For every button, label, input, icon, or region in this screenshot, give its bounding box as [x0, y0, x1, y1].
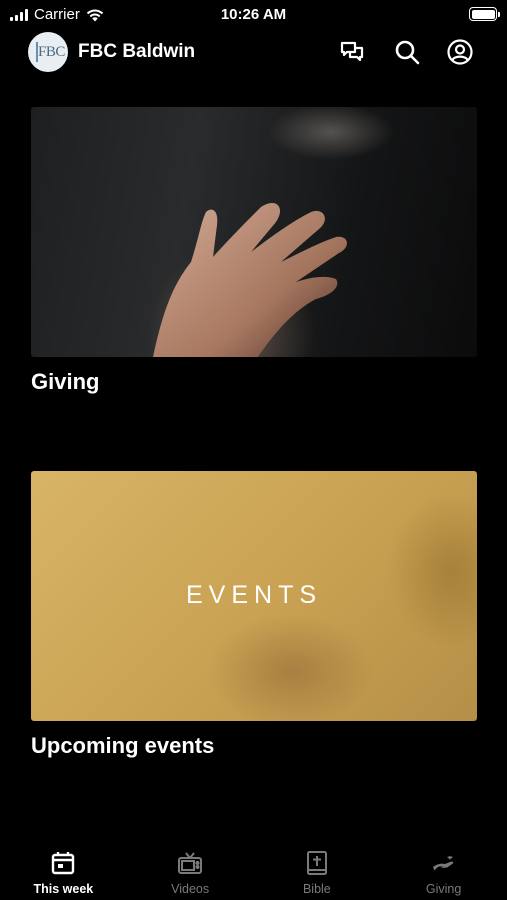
tab-label: Videos — [171, 882, 210, 896]
tv-icon — [178, 852, 203, 874]
giving-card-image[interactable] — [31, 107, 477, 357]
open-hand-illustration — [153, 203, 347, 357]
tab-bar: This week Videos Bible Giving — [0, 840, 507, 900]
tab-label: Bible — [302, 882, 331, 896]
battery-icon — [469, 7, 500, 21]
giving-card-title[interactable]: Giving — [31, 369, 477, 395]
app-header: FBC FBC Baldwin — [0, 30, 507, 76]
search-icon[interactable] — [393, 38, 421, 66]
events-card[interactable]: EVENTS Upcoming events — [31, 471, 477, 759]
calendar-icon — [52, 852, 75, 875]
status-time: 10:26 AM — [220, 6, 287, 23]
logo-text: FBC — [38, 44, 65, 60]
tab-this-week[interactable]: This week — [0, 840, 127, 900]
tab-giving[interactable]: Giving — [380, 840, 507, 900]
tab-label: This week — [33, 882, 94, 896]
events-card-title[interactable]: Upcoming events — [31, 733, 477, 759]
tab-bible[interactable]: Bible — [254, 840, 381, 900]
giving-hand-icon — [432, 856, 453, 871]
tab-videos[interactable]: Videos — [127, 840, 254, 900]
church-logo[interactable]: FBC — [28, 32, 68, 72]
tab-label: Giving — [425, 882, 462, 896]
events-card-image[interactable]: EVENTS — [31, 471, 477, 721]
account-icon[interactable] — [446, 38, 474, 66]
events-overlay-text: EVENTS — [185, 581, 323, 609]
chat-icon[interactable] — [338, 38, 366, 66]
status-bar: Carrier 10:26 AM — [0, 0, 507, 28]
app-title: FBC Baldwin — [78, 41, 196, 62]
giving-card[interactable]: Giving — [31, 107, 477, 395]
bible-icon — [306, 851, 327, 875]
